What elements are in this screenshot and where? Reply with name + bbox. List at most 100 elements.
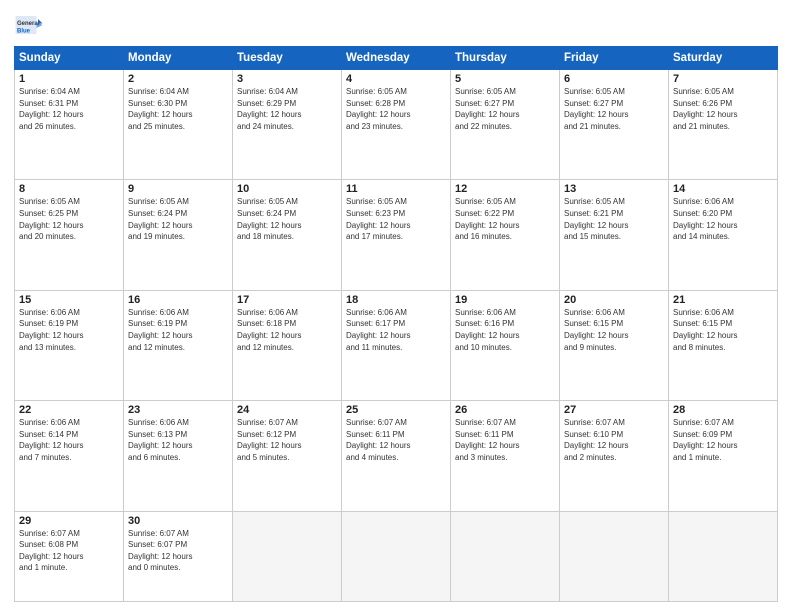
day-number: 10	[237, 183, 337, 195]
calendar-cell: 3Sunrise: 6:04 AM Sunset: 6:29 PM Daylig…	[233, 70, 342, 180]
calendar-cell: 28Sunrise: 6:07 AM Sunset: 6:09 PM Dayli…	[669, 401, 778, 511]
calendar-cell: 19Sunrise: 6:06 AM Sunset: 6:16 PM Dayli…	[451, 290, 560, 400]
day-number: 27	[564, 404, 664, 416]
calendar-cell	[451, 511, 560, 601]
calendar-cell: 15Sunrise: 6:06 AM Sunset: 6:19 PM Dayli…	[15, 290, 124, 400]
day-info: Sunrise: 6:07 AM Sunset: 6:08 PM Dayligh…	[19, 528, 119, 574]
calendar-cell: 23Sunrise: 6:06 AM Sunset: 6:13 PM Dayli…	[124, 401, 233, 511]
day-number: 18	[346, 294, 446, 306]
day-info: Sunrise: 6:05 AM Sunset: 6:22 PM Dayligh…	[455, 196, 555, 242]
day-info: Sunrise: 6:04 AM Sunset: 6:31 PM Dayligh…	[19, 86, 119, 132]
calendar-cell: 20Sunrise: 6:06 AM Sunset: 6:15 PM Dayli…	[560, 290, 669, 400]
day-number: 28	[673, 404, 773, 416]
day-number: 30	[128, 515, 228, 527]
day-info: Sunrise: 6:05 AM Sunset: 6:28 PM Dayligh…	[346, 86, 446, 132]
day-info: Sunrise: 6:06 AM Sunset: 6:18 PM Dayligh…	[237, 307, 337, 353]
calendar-cell: 13Sunrise: 6:05 AM Sunset: 6:21 PM Dayli…	[560, 180, 669, 290]
day-info: Sunrise: 6:06 AM Sunset: 6:13 PM Dayligh…	[128, 417, 228, 463]
day-info: Sunrise: 6:06 AM Sunset: 6:17 PM Dayligh…	[346, 307, 446, 353]
weekday-header: Wednesday	[342, 47, 451, 70]
day-info: Sunrise: 6:06 AM Sunset: 6:16 PM Dayligh…	[455, 307, 555, 353]
calendar-cell: 1Sunrise: 6:04 AM Sunset: 6:31 PM Daylig…	[15, 70, 124, 180]
calendar-cell: 25Sunrise: 6:07 AM Sunset: 6:11 PM Dayli…	[342, 401, 451, 511]
day-info: Sunrise: 6:07 AM Sunset: 6:09 PM Dayligh…	[673, 417, 773, 463]
svg-text:Blue: Blue	[17, 29, 31, 35]
day-number: 12	[455, 183, 555, 195]
page: General Blue SundayMondayTuesdayWednesda…	[0, 0, 792, 612]
weekday-header: Friday	[560, 47, 669, 70]
day-number: 16	[128, 294, 228, 306]
day-info: Sunrise: 6:06 AM Sunset: 6:14 PM Dayligh…	[19, 417, 119, 463]
weekday-header: Thursday	[451, 47, 560, 70]
day-number: 20	[564, 294, 664, 306]
calendar-cell	[669, 511, 778, 601]
day-info: Sunrise: 6:05 AM Sunset: 6:24 PM Dayligh…	[128, 196, 228, 242]
day-info: Sunrise: 6:05 AM Sunset: 6:24 PM Dayligh…	[237, 196, 337, 242]
day-number: 5	[455, 73, 555, 85]
calendar-cell: 27Sunrise: 6:07 AM Sunset: 6:10 PM Dayli…	[560, 401, 669, 511]
calendar-cell	[342, 511, 451, 601]
day-info: Sunrise: 6:04 AM Sunset: 6:30 PM Dayligh…	[128, 86, 228, 132]
day-number: 11	[346, 183, 446, 195]
day-number: 19	[455, 294, 555, 306]
day-number: 8	[19, 183, 119, 195]
day-info: Sunrise: 6:05 AM Sunset: 6:25 PM Dayligh…	[19, 196, 119, 242]
day-number: 21	[673, 294, 773, 306]
calendar-cell: 17Sunrise: 6:06 AM Sunset: 6:18 PM Dayli…	[233, 290, 342, 400]
day-info: Sunrise: 6:06 AM Sunset: 6:15 PM Dayligh…	[564, 307, 664, 353]
calendar-cell: 5Sunrise: 6:05 AM Sunset: 6:27 PM Daylig…	[451, 70, 560, 180]
calendar-cell: 7Sunrise: 6:05 AM Sunset: 6:26 PM Daylig…	[669, 70, 778, 180]
calendar-cell: 9Sunrise: 6:05 AM Sunset: 6:24 PM Daylig…	[124, 180, 233, 290]
calendar-cell: 8Sunrise: 6:05 AM Sunset: 6:25 PM Daylig…	[15, 180, 124, 290]
day-number: 23	[128, 404, 228, 416]
calendar-cell: 29Sunrise: 6:07 AM Sunset: 6:08 PM Dayli…	[15, 511, 124, 601]
calendar-cell: 12Sunrise: 6:05 AM Sunset: 6:22 PM Dayli…	[451, 180, 560, 290]
calendar-cell: 6Sunrise: 6:05 AM Sunset: 6:27 PM Daylig…	[560, 70, 669, 180]
day-number: 9	[128, 183, 228, 195]
day-info: Sunrise: 6:05 AM Sunset: 6:26 PM Dayligh…	[673, 86, 773, 132]
calendar-cell: 21Sunrise: 6:06 AM Sunset: 6:15 PM Dayli…	[669, 290, 778, 400]
day-info: Sunrise: 6:06 AM Sunset: 6:19 PM Dayligh…	[128, 307, 228, 353]
day-number: 25	[346, 404, 446, 416]
calendar-cell: 10Sunrise: 6:05 AM Sunset: 6:24 PM Dayli…	[233, 180, 342, 290]
calendar-cell	[560, 511, 669, 601]
day-info: Sunrise: 6:05 AM Sunset: 6:27 PM Dayligh…	[564, 86, 664, 132]
svg-text:General: General	[17, 21, 40, 27]
day-info: Sunrise: 6:05 AM Sunset: 6:27 PM Dayligh…	[455, 86, 555, 132]
calendar-cell: 11Sunrise: 6:05 AM Sunset: 6:23 PM Dayli…	[342, 180, 451, 290]
calendar-cell: 24Sunrise: 6:07 AM Sunset: 6:12 PM Dayli…	[233, 401, 342, 511]
day-number: 17	[237, 294, 337, 306]
calendar-cell: 30Sunrise: 6:07 AM Sunset: 6:07 PM Dayli…	[124, 511, 233, 601]
calendar-cell: 4Sunrise: 6:05 AM Sunset: 6:28 PM Daylig…	[342, 70, 451, 180]
day-number: 15	[19, 294, 119, 306]
day-number: 14	[673, 183, 773, 195]
calendar-table: SundayMondayTuesdayWednesdayThursdayFrid…	[14, 46, 778, 602]
calendar-cell: 2Sunrise: 6:04 AM Sunset: 6:30 PM Daylig…	[124, 70, 233, 180]
day-number: 4	[346, 73, 446, 85]
day-number: 7	[673, 73, 773, 85]
day-number: 13	[564, 183, 664, 195]
logo-icon: General Blue	[14, 10, 44, 40]
calendar-cell: 26Sunrise: 6:07 AM Sunset: 6:11 PM Dayli…	[451, 401, 560, 511]
day-info: Sunrise: 6:06 AM Sunset: 6:19 PM Dayligh…	[19, 307, 119, 353]
calendar-cell: 14Sunrise: 6:06 AM Sunset: 6:20 PM Dayli…	[669, 180, 778, 290]
weekday-header: Sunday	[15, 47, 124, 70]
weekday-header: Tuesday	[233, 47, 342, 70]
day-info: Sunrise: 6:07 AM Sunset: 6:10 PM Dayligh…	[564, 417, 664, 463]
day-info: Sunrise: 6:05 AM Sunset: 6:21 PM Dayligh…	[564, 196, 664, 242]
calendar-cell	[233, 511, 342, 601]
calendar-cell: 16Sunrise: 6:06 AM Sunset: 6:19 PM Dayli…	[124, 290, 233, 400]
calendar-cell: 22Sunrise: 6:06 AM Sunset: 6:14 PM Dayli…	[15, 401, 124, 511]
day-number: 29	[19, 515, 119, 527]
day-info: Sunrise: 6:07 AM Sunset: 6:12 PM Dayligh…	[237, 417, 337, 463]
weekday-header: Monday	[124, 47, 233, 70]
day-number: 3	[237, 73, 337, 85]
day-number: 1	[19, 73, 119, 85]
day-info: Sunrise: 6:05 AM Sunset: 6:23 PM Dayligh…	[346, 196, 446, 242]
day-info: Sunrise: 6:07 AM Sunset: 6:11 PM Dayligh…	[346, 417, 446, 463]
day-number: 6	[564, 73, 664, 85]
day-number: 26	[455, 404, 555, 416]
weekday-header: Saturday	[669, 47, 778, 70]
day-number: 2	[128, 73, 228, 85]
day-info: Sunrise: 6:06 AM Sunset: 6:15 PM Dayligh…	[673, 307, 773, 353]
